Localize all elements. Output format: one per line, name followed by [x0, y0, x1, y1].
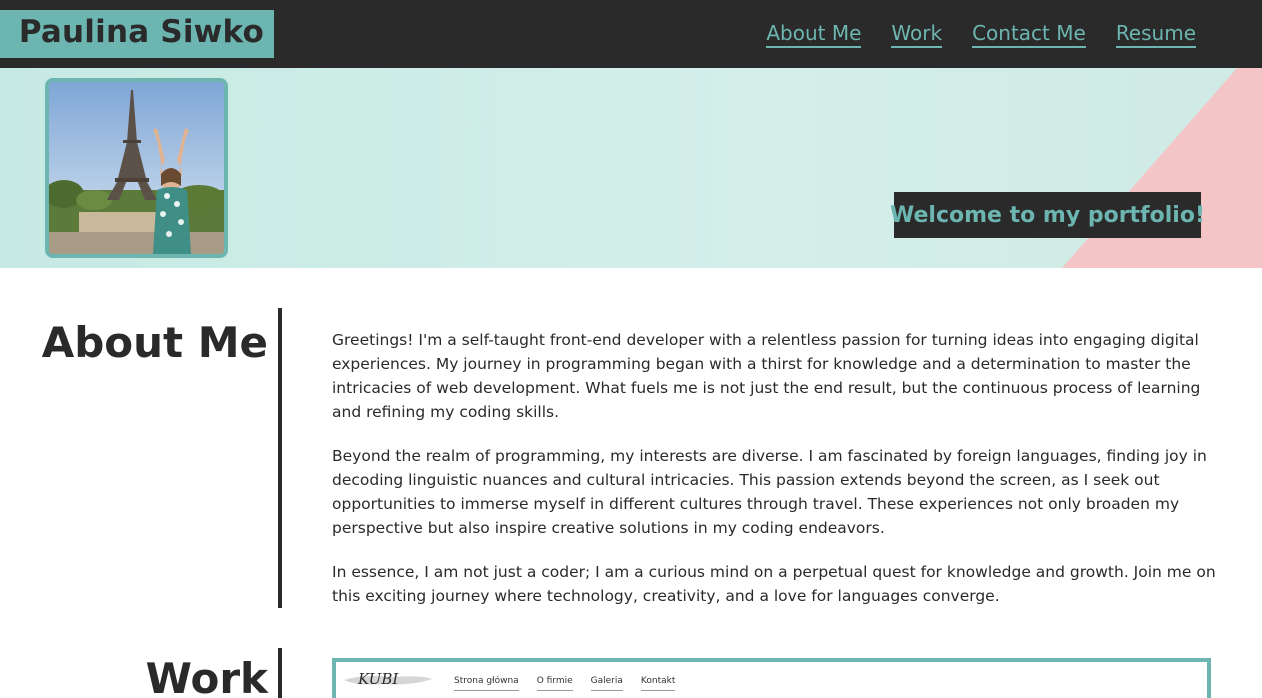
- project-nav-item[interactable]: Strona główna: [454, 676, 519, 691]
- brand-block[interactable]: Paulina Siwko: [0, 10, 274, 58]
- hero-banner: Welcome to my portfolio!: [0, 68, 1262, 268]
- project-nav: Strona główna O firmie Galeria Kontakt: [454, 676, 676, 691]
- about-paragraph-3: In essence, I am not just a coder; I am …: [332, 563, 1216, 605]
- profile-photo: [45, 78, 228, 258]
- project-logo: KUBI: [358, 670, 399, 688]
- about-heading: About Me: [41, 318, 268, 367]
- nav-link-resume[interactable]: Resume: [1115, 20, 1196, 48]
- profile-photo-image: [49, 82, 224, 254]
- about-divider: [278, 308, 282, 608]
- main-nav: About Me Work Contact Me Resume: [766, 20, 1196, 48]
- work-divider: [278, 648, 282, 698]
- nav-link-work[interactable]: Work: [891, 20, 943, 48]
- about-body: Greetings! I'm a self-taught front-end d…: [332, 328, 1217, 628]
- project-nav-item[interactable]: O firmie: [536, 676, 573, 691]
- hero-pink-corner: [1062, 68, 1262, 268]
- nav-link-about[interactable]: About Me: [766, 20, 862, 48]
- brand-name: Paulina Siwko: [18, 14, 264, 50]
- about-paragraph-1: Greetings! I'm a self-taught front-end d…: [332, 331, 1201, 421]
- work-project-preview[interactable]: KUBI Strona główna O firmie Galeria Kont…: [332, 658, 1211, 698]
- project-nav-item[interactable]: Galeria: [590, 676, 623, 691]
- work-heading: Work: [145, 654, 268, 698]
- about-paragraph-2: Beyond the realm of programming, my inte…: [332, 447, 1207, 537]
- project-nav-item[interactable]: Kontakt: [640, 676, 676, 691]
- nav-link-contact[interactable]: Contact Me: [972, 20, 1086, 48]
- welcome-banner: Welcome to my portfolio!: [890, 192, 1205, 238]
- site-header: Paulina Siwko About Me Work Contact Me R…: [0, 0, 1262, 68]
